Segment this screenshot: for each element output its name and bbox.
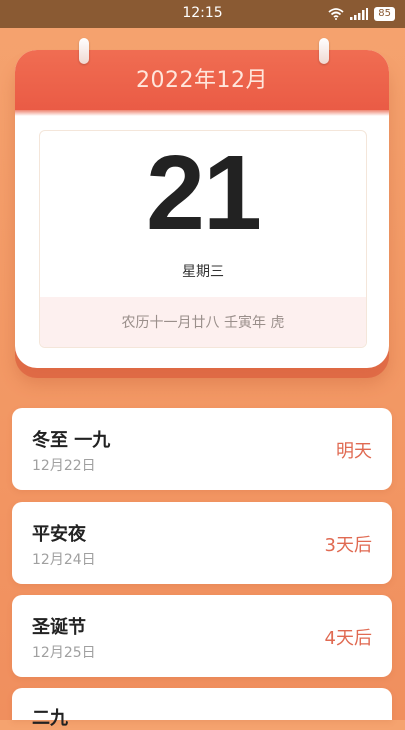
status-bar: 12:15 85 bbox=[0, 0, 405, 28]
calendar-month-title: 2022年12月 bbox=[136, 68, 268, 93]
event-card[interactable]: 冬至 一九 12月22日 明天 bbox=[12, 408, 392, 490]
event-card[interactable]: 二九 bbox=[12, 688, 392, 729]
event-title: 二九 bbox=[32, 708, 68, 729]
event-title: 平安夜 bbox=[32, 524, 86, 545]
event-card[interactable]: 平安夜 12月24日 3天后 bbox=[12, 502, 392, 584]
event-date: 12月24日 bbox=[32, 552, 96, 568]
event-card[interactable]: 圣诞节 12月25日 4天后 bbox=[12, 595, 392, 677]
event-title: 圣诞节 bbox=[32, 617, 86, 638]
header-shadow bbox=[15, 110, 389, 116]
calendar-header: 2022年12月 bbox=[15, 38, 389, 110]
calendar-card: 2022年12月 21 星期三 农历十一月廿八 壬寅年 虎 bbox=[15, 38, 389, 368]
lunar-date: 农历十一月廿八 壬寅年 虎 bbox=[121, 315, 285, 331]
signal-icon bbox=[350, 5, 369, 24]
event-countdown: 3天后 bbox=[324, 535, 372, 556]
binder-ring-icon bbox=[319, 38, 329, 64]
day-number: 21 bbox=[146, 134, 262, 252]
event-countdown: 4天后 bbox=[324, 628, 372, 649]
event-countdown: 明天 bbox=[336, 441, 372, 462]
event-date: 12月25日 bbox=[32, 645, 96, 661]
wifi-icon bbox=[328, 5, 344, 24]
event-title: 冬至 一九 bbox=[32, 430, 111, 451]
weekday-label: 星期三 bbox=[182, 264, 224, 280]
status-icons: 85 bbox=[328, 6, 395, 22]
lunar-band: 农历十一月廿八 壬寅年 虎 bbox=[40, 297, 366, 347]
event-date: 12月22日 bbox=[32, 458, 96, 474]
battery-icon: 85 bbox=[374, 7, 395, 21]
binder-ring-icon bbox=[79, 38, 89, 64]
calendar-day-page: 21 星期三 农历十一月廿八 壬寅年 虎 bbox=[39, 130, 367, 348]
